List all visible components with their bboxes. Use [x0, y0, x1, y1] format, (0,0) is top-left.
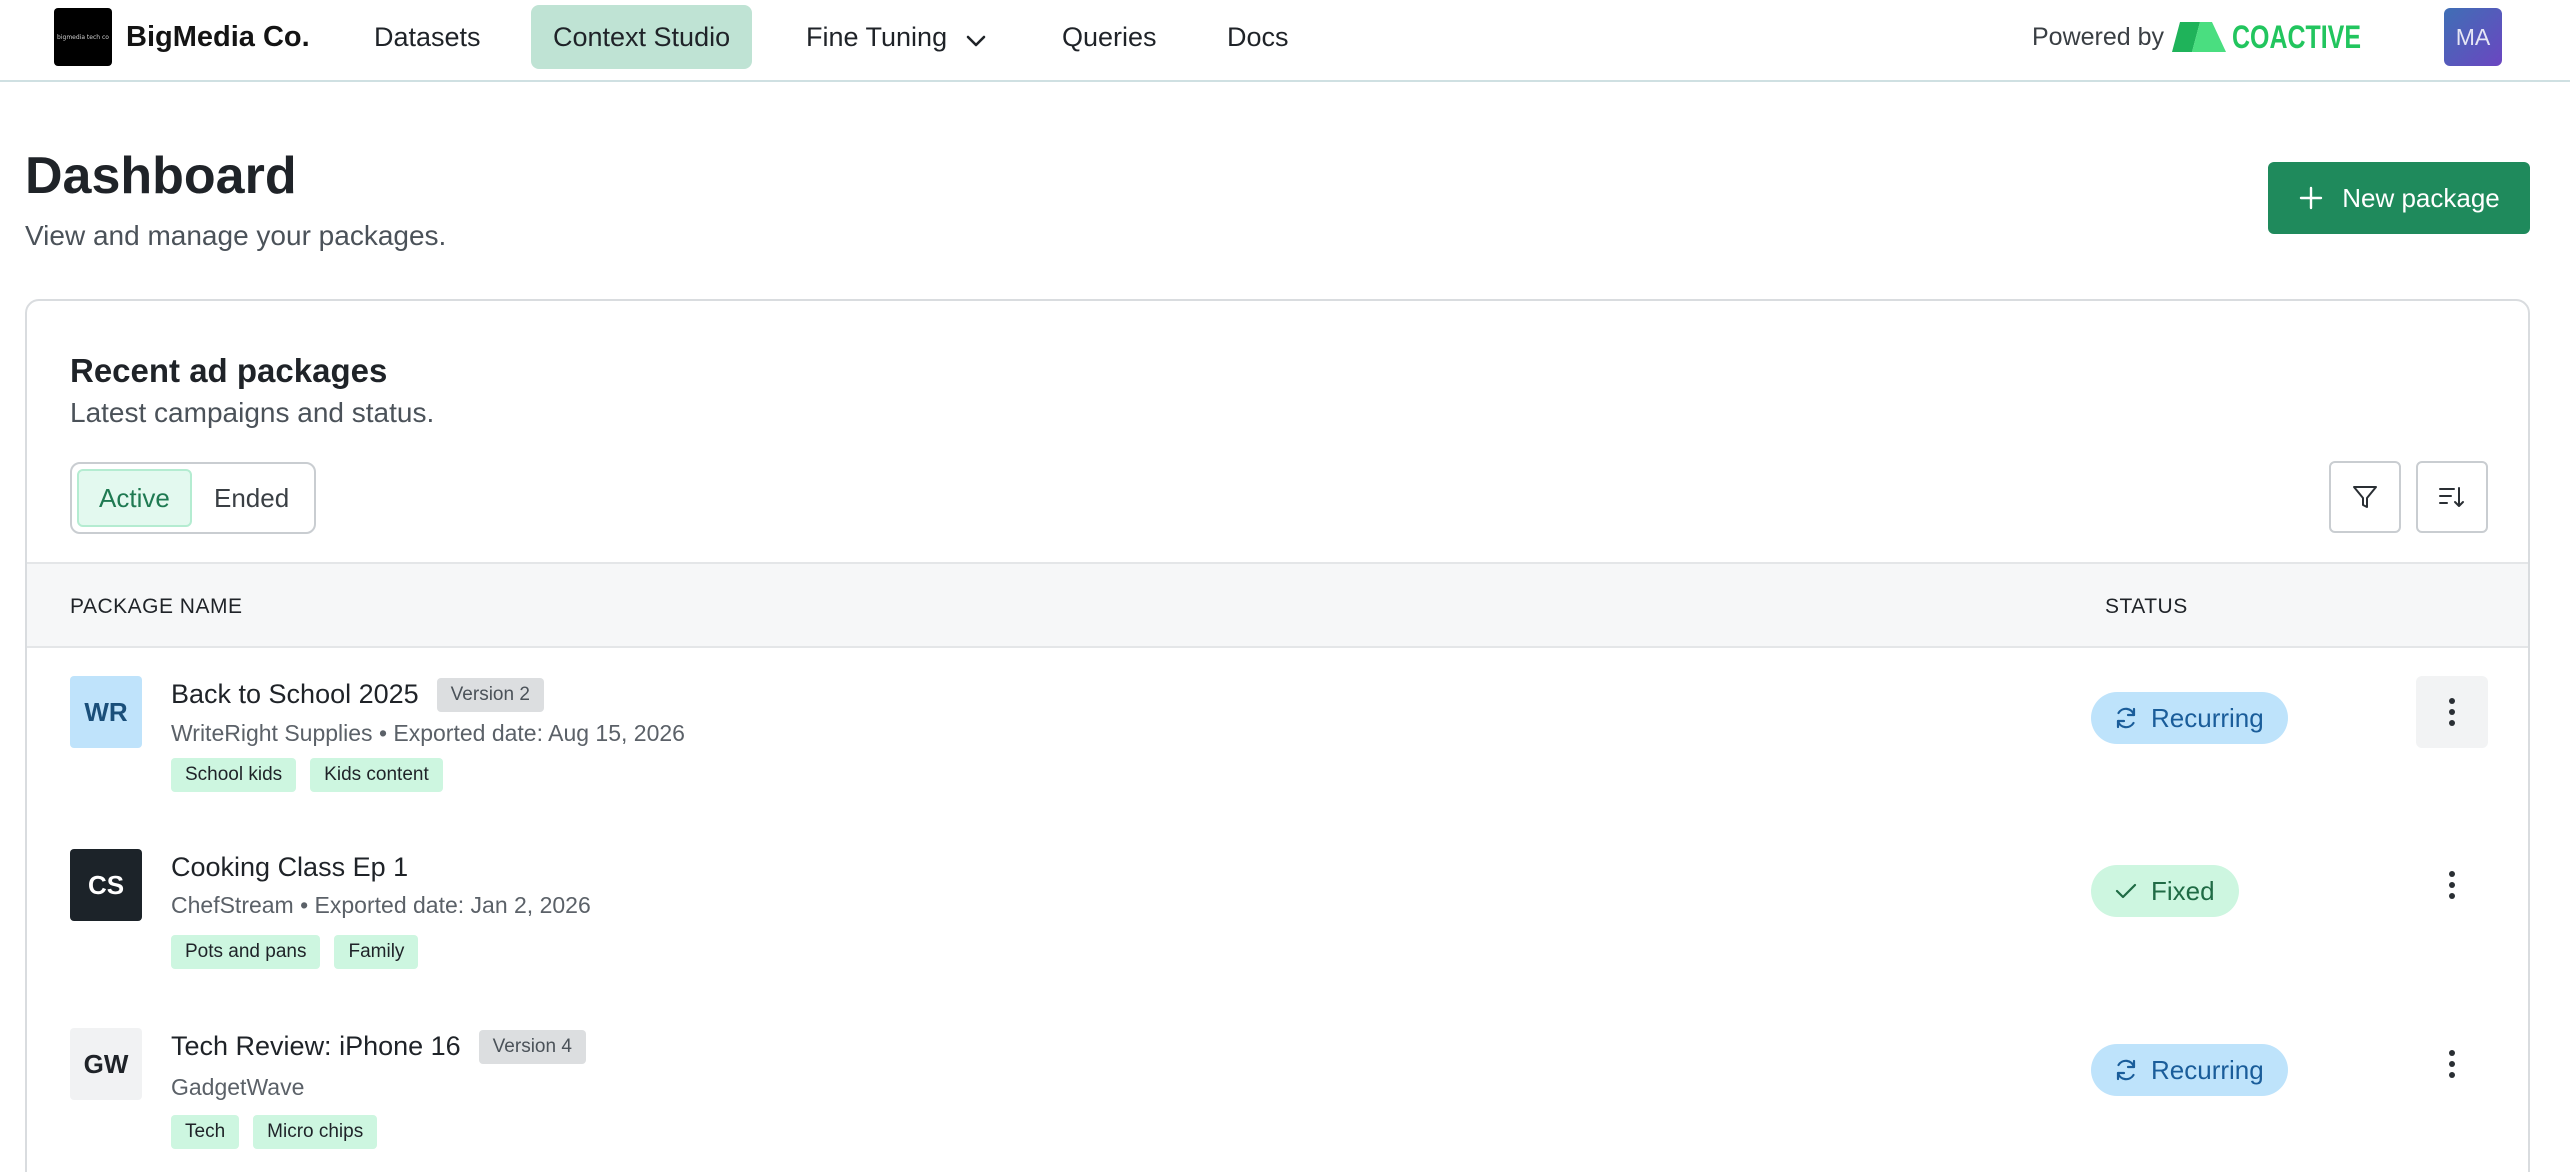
coactive-logo-icon — [2172, 22, 2226, 52]
package-tags: Pots and pans Family — [171, 935, 419, 969]
card-title: Recent ad packages — [70, 352, 388, 389]
refresh-icon — [2116, 707, 2136, 729]
package-name-text: Cooking Class Ep 1 — [171, 852, 409, 882]
brand-name[interactable]: BigMedia Co. — [126, 18, 310, 56]
more-vertical-icon — [2449, 871, 2455, 899]
package-name-text: Back to School 2025 — [171, 679, 419, 709]
package-tags: School kids Kids content — [171, 758, 443, 792]
page-title: Dashboard — [25, 147, 297, 205]
recent-packages-card: Recent ad packages Latest campaigns and … — [25, 299, 2530, 1172]
plus-icon — [2300, 186, 2323, 210]
brand-logo[interactable]: bigmedia tech co — [54, 8, 112, 66]
status-badge: Fixed — [2091, 865, 2239, 917]
filter-icon — [2353, 486, 2377, 508]
tag: School kids — [171, 758, 297, 792]
status-label: Recurring — [2151, 1054, 2264, 1085]
table-header: PACKAGE NAME STATUS — [27, 562, 2528, 648]
new-package-button[interactable]: New package — [2268, 162, 2530, 234]
package-avatar: GW — [70, 1028, 142, 1100]
refresh-icon — [2116, 1059, 2136, 1081]
status-badge: Recurring — [2091, 692, 2288, 744]
package-meta: GadgetWave — [171, 1074, 305, 1100]
column-package-name: PACKAGE NAME — [70, 595, 243, 618]
status-label: Recurring — [2151, 702, 2264, 733]
package-avatar: WR — [70, 676, 142, 748]
partner-logo: COACTIVE — [2170, 18, 2397, 56]
table-row[interactable]: GW Tech Review: iPhone 16 Version 4 Gadge… — [27, 1028, 2528, 1172]
package-name[interactable]: Tech Review: iPhone 16 Version 4 — [171, 1028, 586, 1064]
filter-button[interactable] — [2329, 461, 2401, 533]
package-avatar: CS — [70, 849, 142, 921]
more-vertical-icon — [2449, 1050, 2455, 1078]
nav-queries[interactable]: Queries — [1040, 5, 1179, 69]
partner-name: COACTIVE — [2232, 19, 2361, 55]
row-menu-button[interactable] — [2416, 1028, 2488, 1100]
brand-logo-text: bigmedia tech co — [57, 33, 109, 41]
row-menu-button[interactable] — [2416, 676, 2488, 748]
tag: Micro chips — [253, 1115, 378, 1149]
package-tags: Tech Micro chips — [171, 1115, 378, 1149]
tab-ended[interactable]: Ended — [194, 469, 309, 527]
tag: Family — [334, 935, 419, 969]
sort-button[interactable] — [2416, 461, 2488, 533]
row-menu-button[interactable] — [2416, 849, 2488, 921]
package-meta: WriteRight Supplies • Exported date: Aug… — [171, 720, 685, 746]
tag: Pots and pans — [171, 935, 321, 969]
sort-icon — [2439, 487, 2464, 507]
package-name[interactable]: Cooking Class Ep 1 — [171, 849, 408, 885]
package-name[interactable]: Back to School 2025 Version 2 — [171, 676, 544, 712]
column-status: STATUS — [2105, 595, 2188, 618]
version-badge: Version 2 — [436, 678, 544, 712]
nav-datasets[interactable]: Datasets — [352, 5, 503, 69]
user-avatar[interactable]: MA — [2444, 8, 2502, 66]
table-row[interactable]: WR Back to School 2025 Version 2 WriteRig… — [27, 676, 2528, 846]
version-badge: Version 4 — [478, 1030, 586, 1064]
nav-fine-tuning[interactable]: Fine Tuning — [784, 5, 1009, 69]
new-package-label: New package — [2342, 182, 2500, 213]
package-name-text: Tech Review: iPhone 16 — [171, 1031, 461, 1061]
tag: Tech — [171, 1115, 240, 1149]
status-badge: Recurring — [2091, 1044, 2288, 1096]
tab-active[interactable]: Active — [77, 469, 192, 527]
tag: Kids content — [310, 758, 443, 792]
status-label: Fixed — [2151, 875, 2215, 906]
chevron-down-icon — [965, 7, 987, 71]
card-subtitle: Latest campaigns and status. — [70, 397, 435, 428]
check-icon — [2115, 883, 2137, 899]
powered-by-label: Powered by — [2032, 23, 2165, 51]
table-row[interactable]: CS Cooking Class Ep 1 ChefStream • Expor… — [27, 849, 2528, 1019]
status-toggle: Active Ended — [70, 462, 316, 534]
nav-context-studio[interactable]: Context Studio — [531, 5, 753, 69]
page-subtitle: View and manage your packages. — [25, 220, 447, 251]
nav-fine-tuning-label: Fine Tuning — [806, 22, 948, 52]
more-vertical-icon — [2449, 698, 2455, 726]
top-nav: bigmedia tech co BigMedia Co. Datasets C… — [0, 0, 2570, 82]
nav-docs[interactable]: Docs — [1205, 5, 1311, 69]
package-meta: ChefStream • Exported date: Jan 2, 2026 — [171, 892, 591, 918]
